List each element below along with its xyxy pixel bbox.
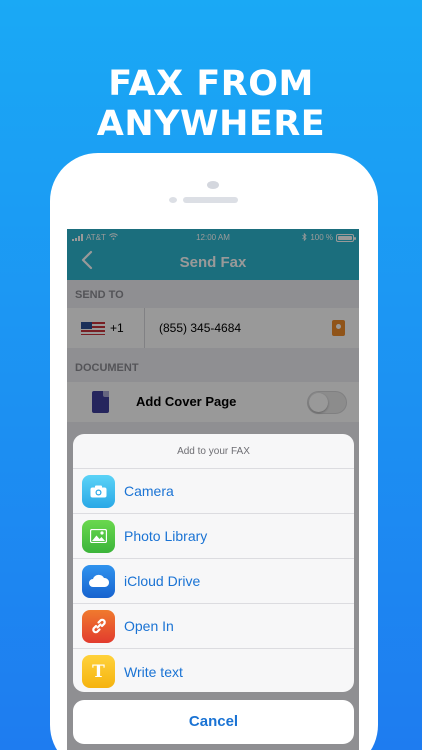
action-label: iCloud Drive	[124, 573, 201, 589]
camera-icon	[82, 474, 115, 508]
headline: FAX FROM ANYWHERE	[96, 64, 326, 144]
action-label: Open In	[124, 618, 174, 634]
text-icon: T	[82, 655, 115, 688]
action-label: Photo Library	[124, 528, 208, 544]
sensor-dot	[169, 197, 177, 203]
action-open-in[interactable]: Open In	[73, 604, 354, 649]
speaker-grille	[183, 197, 238, 203]
front-camera	[207, 181, 219, 189]
action-sheet: Add to your FAX Camera Photo Library iCl…	[73, 434, 354, 692]
action-camera[interactable]: Camera	[73, 469, 354, 514]
phone-screen: AT&T 12:00 AM 100 % Send Fax SEND TO +1 …	[67, 229, 359, 750]
action-photo-library[interactable]: Photo Library	[73, 514, 354, 559]
action-label: Write text	[124, 663, 183, 680]
action-sheet-title: Add to your FAX	[73, 434, 354, 469]
action-write-text[interactable]: T Write text	[73, 649, 354, 692]
link-icon	[82, 609, 115, 643]
cancel-button[interactable]: Cancel	[73, 700, 354, 744]
photo-library-icon	[82, 519, 115, 553]
icloud-icon	[82, 564, 115, 598]
action-icloud-drive[interactable]: iCloud Drive	[73, 559, 354, 604]
action-label: Camera	[124, 483, 174, 499]
